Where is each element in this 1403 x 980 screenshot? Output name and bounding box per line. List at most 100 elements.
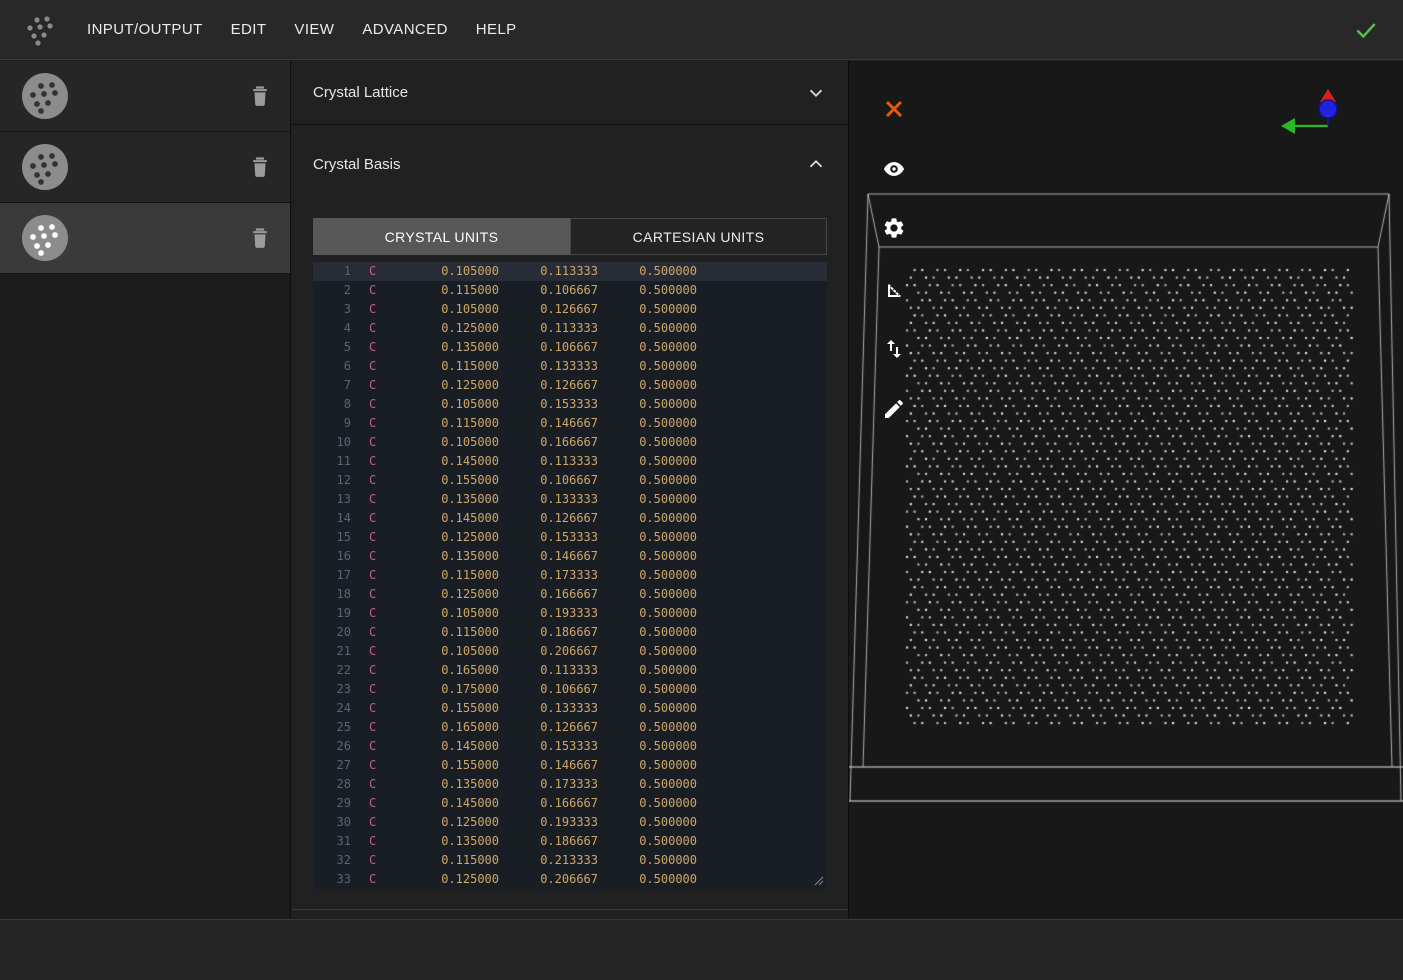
element-symbol: C	[369, 775, 399, 794]
coord-y: 0.113333	[499, 661, 598, 680]
delete-material-button[interactable]	[248, 84, 272, 110]
basis-row: 2C0.1150000.1066670.500000	[313, 281, 827, 300]
coord-y: 0.193333	[499, 813, 598, 832]
material-list-item[interactable]	[0, 61, 290, 132]
line-number: 12	[313, 471, 351, 490]
material-list-item[interactable]	[0, 132, 290, 203]
element-symbol: C	[369, 680, 399, 699]
chevron-up-icon	[805, 153, 827, 175]
bottom-status-band	[0, 919, 1403, 980]
delete-material-button[interactable]	[248, 226, 272, 252]
coord-y: 0.126667	[499, 509, 598, 528]
resize-grip-icon[interactable]	[813, 875, 824, 886]
tab-cartesian-units[interactable]: CARTESIAN UNITS	[570, 218, 827, 255]
material-avatar	[22, 144, 68, 190]
coord-x: 0.155000	[399, 699, 499, 718]
coord-y: 0.126667	[499, 300, 598, 319]
coord-y: 0.106667	[499, 471, 598, 490]
coord-x: 0.115000	[399, 357, 499, 376]
basis-row: 16C0.1350000.1466670.500000	[313, 547, 827, 566]
coord-z: 0.500000	[598, 756, 697, 775]
element-symbol: C	[369, 585, 399, 604]
trash-icon	[249, 84, 271, 108]
basis-row: 23C0.1750000.1066670.500000	[313, 680, 827, 699]
coord-x: 0.135000	[399, 338, 499, 357]
coord-z: 0.500000	[598, 414, 697, 433]
coord-z: 0.500000	[598, 737, 697, 756]
coord-z: 0.500000	[598, 471, 697, 490]
visibility-button[interactable]	[880, 155, 908, 183]
coord-x: 0.125000	[399, 813, 499, 832]
coord-z: 0.500000	[598, 623, 697, 642]
element-symbol: C	[369, 433, 399, 452]
coord-x: 0.145000	[399, 509, 499, 528]
coord-z: 0.500000	[598, 509, 697, 528]
menu-advanced[interactable]: ADVANCED	[362, 21, 447, 38]
line-number: 5	[313, 338, 351, 357]
gear-icon	[882, 216, 906, 240]
basis-row: 30C0.1250000.1933330.500000	[313, 813, 827, 832]
coord-z: 0.500000	[598, 585, 697, 604]
line-number: 24	[313, 699, 351, 718]
basis-coordinates-editor[interactable]: 1C0.1050000.1133330.5000002C0.1150000.10…	[313, 262, 827, 889]
coord-z: 0.500000	[598, 851, 697, 870]
coord-x: 0.145000	[399, 794, 499, 813]
coord-z: 0.500000	[598, 376, 697, 395]
line-number: 3	[313, 300, 351, 319]
element-symbol: C	[369, 376, 399, 395]
menu-edit[interactable]: EDIT	[231, 21, 267, 38]
tab-crystal-units[interactable]: CRYSTAL UNITS	[313, 218, 570, 255]
element-symbol: C	[369, 756, 399, 775]
coord-z: 0.500000	[598, 281, 697, 300]
close-viewer-button[interactable]	[880, 95, 908, 123]
menu-view[interactable]: VIEW	[294, 21, 334, 38]
coord-y: 0.153333	[499, 395, 598, 414]
coord-x: 0.105000	[399, 395, 499, 414]
coord-x: 0.165000	[399, 661, 499, 680]
viewer-3d-panel[interactable]	[848, 61, 1403, 918]
basis-row: 28C0.1350000.1733330.500000	[313, 775, 827, 794]
units-tabbar: CRYSTAL UNITS CARTESIAN UNITS	[313, 218, 827, 255]
coord-y: 0.146667	[499, 414, 598, 433]
element-symbol: C	[369, 642, 399, 661]
line-number: 4	[313, 319, 351, 338]
line-number: 20	[313, 623, 351, 642]
material-avatar-dots-icon	[24, 75, 66, 117]
delete-material-button[interactable]	[248, 155, 272, 181]
material-list-item[interactable]	[0, 203, 290, 274]
coord-x: 0.125000	[399, 585, 499, 604]
element-symbol: C	[369, 281, 399, 300]
basis-row: 24C0.1550000.1333330.500000	[313, 699, 827, 718]
basis-row: 15C0.1250000.1533330.500000	[313, 528, 827, 547]
coord-y: 0.146667	[499, 756, 598, 775]
coord-y: 0.193333	[499, 604, 598, 623]
line-number: 10	[313, 433, 351, 452]
section-crystal-lattice[interactable]: Crystal Lattice	[292, 61, 848, 125]
coord-y: 0.126667	[499, 718, 598, 737]
crystal-3d-scene[interactable]	[849, 61, 1403, 918]
confirm-check-button[interactable]	[1353, 17, 1379, 43]
menu-input-output[interactable]: INPUT/OUTPUT	[87, 21, 203, 38]
swap-axes-button[interactable]	[880, 335, 908, 363]
coord-z: 0.500000	[598, 832, 697, 851]
measure-button[interactable]	[880, 275, 908, 303]
basis-row: 18C0.1250000.1666670.500000	[313, 585, 827, 604]
element-symbol: C	[369, 338, 399, 357]
chevron-down-icon	[805, 82, 827, 104]
basis-row: 11C0.1450000.1133330.500000	[313, 452, 827, 471]
element-symbol: C	[369, 604, 399, 623]
element-symbol: C	[369, 832, 399, 851]
z-axis-dot	[1319, 100, 1337, 118]
settings-button[interactable]	[880, 214, 908, 242]
line-number: 28	[313, 775, 351, 794]
basis-row: 22C0.1650000.1133330.500000	[313, 661, 827, 680]
coord-y: 0.126667	[499, 376, 598, 395]
menu-help[interactable]: HELP	[476, 21, 517, 38]
section-crystal-basis[interactable]: Crystal Basis	[292, 126, 848, 202]
materials-designer-app: INPUT/OUTPUT EDIT VIEW ADVANCED HELP Cry…	[0, 0, 1403, 980]
line-number: 25	[313, 718, 351, 737]
coord-y: 0.166667	[499, 433, 598, 452]
coord-y: 0.113333	[499, 319, 598, 338]
edit-button[interactable]	[880, 395, 908, 423]
element-symbol: C	[369, 851, 399, 870]
